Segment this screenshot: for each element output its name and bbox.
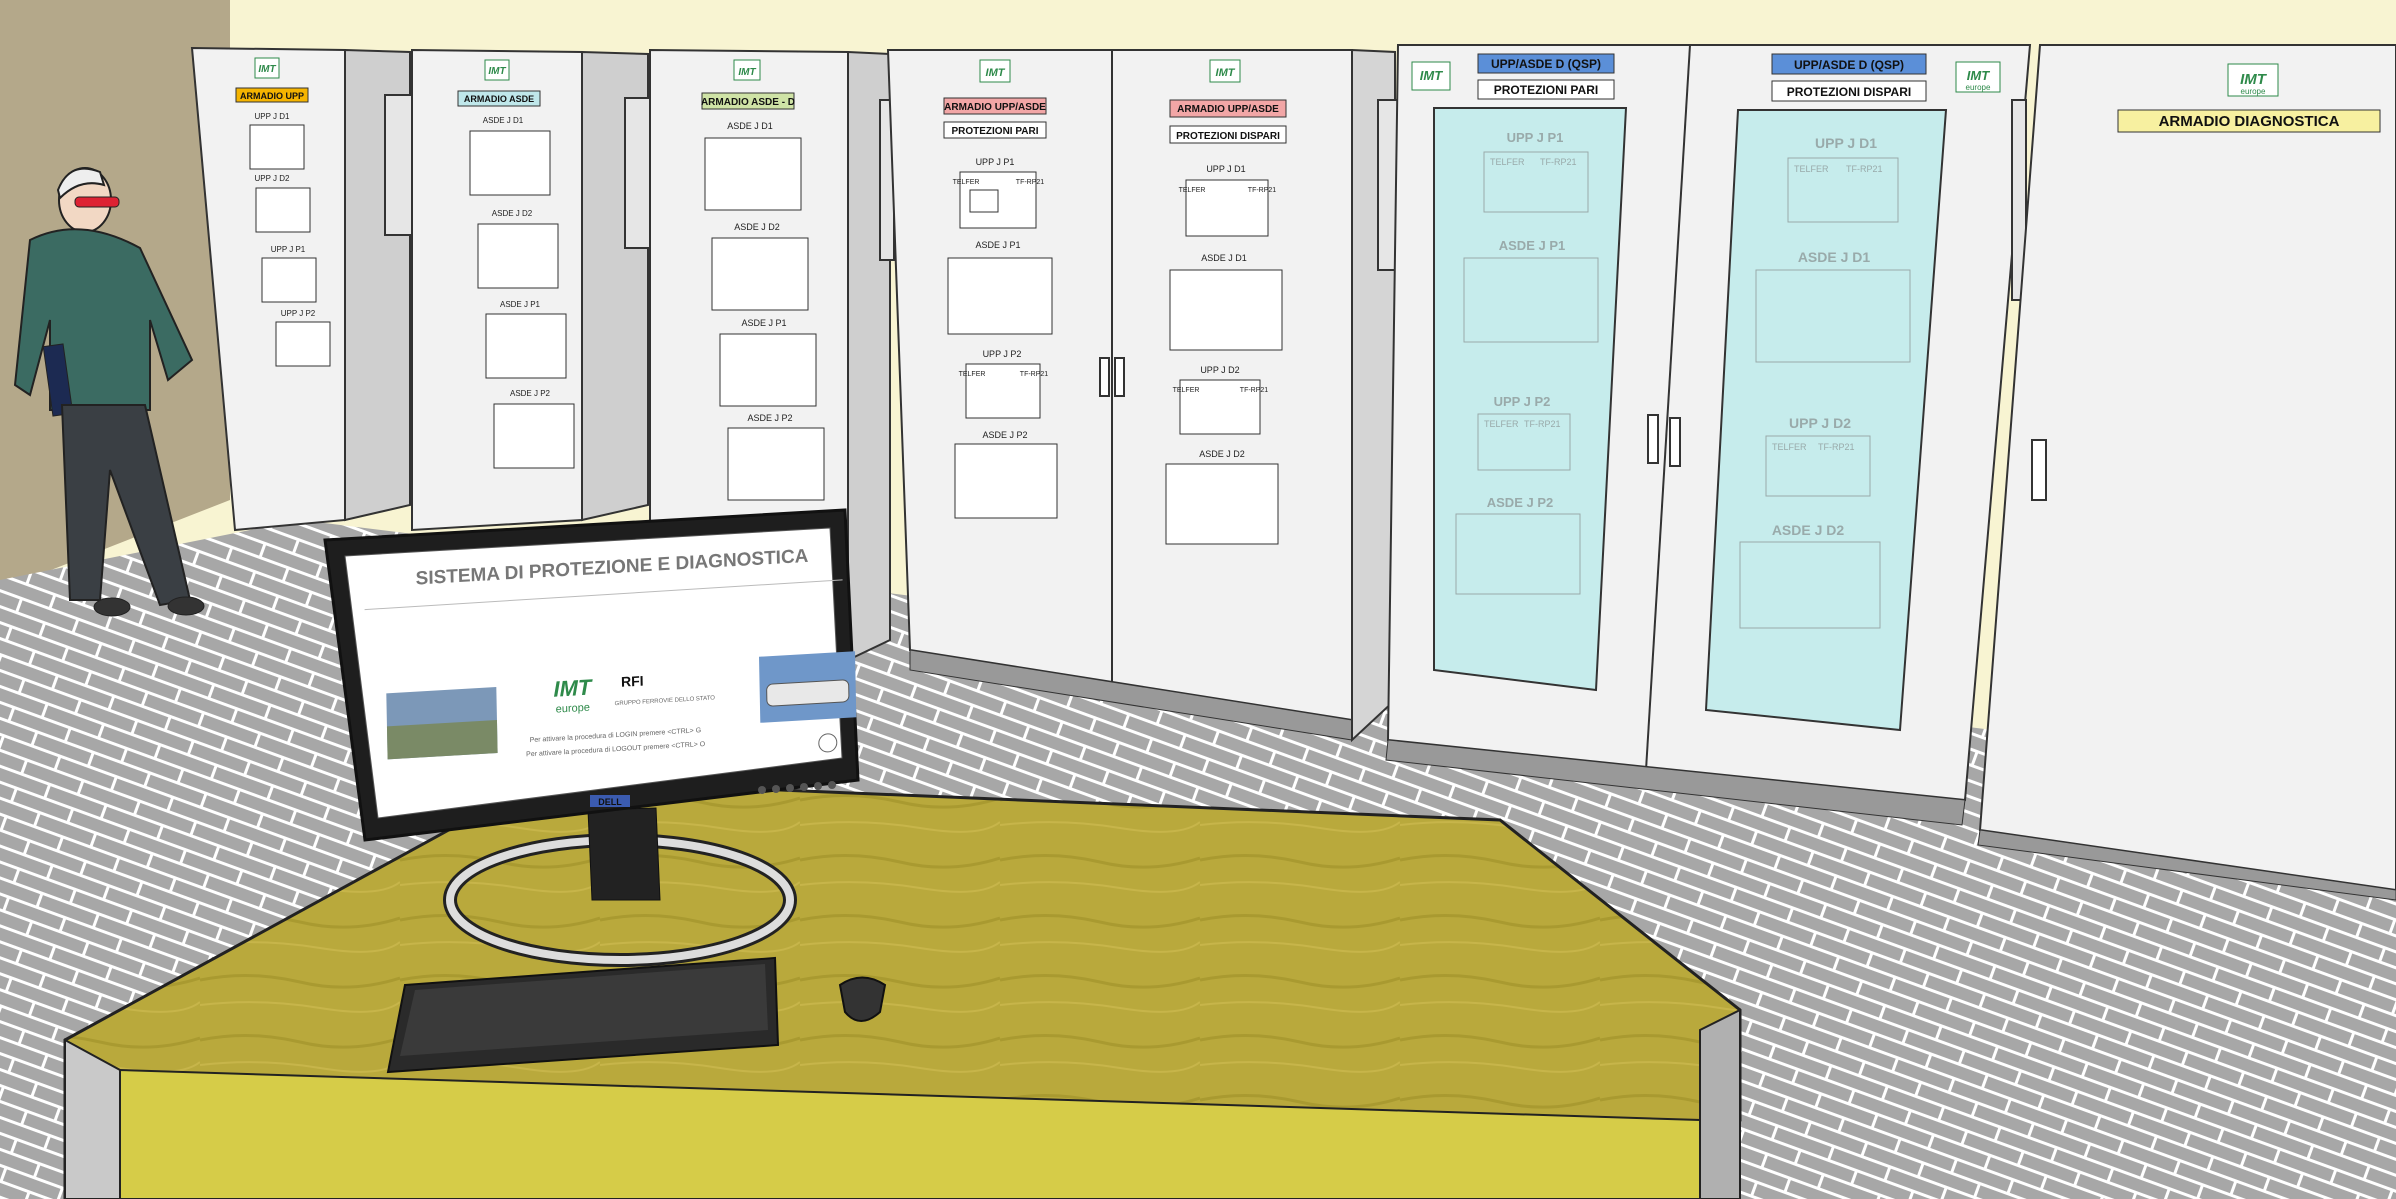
svg-text:TF-RP21: TF-RP21 [1524,419,1561,429]
unit-label: ASDE J D2 [734,222,780,232]
monitor-button[interactable] [772,785,780,793]
logo-icon: IMTeurope [1955,61,2001,93]
unit-label: UPP J P1 [271,245,306,254]
svg-text:TELFER: TELFER [1490,157,1525,167]
svg-text:IMT: IMT [986,67,1006,79]
unit-label: ASDE J P1 [500,300,541,309]
logo-icon: IMT [484,59,510,81]
logo-icon: IMT [1411,61,1451,91]
protection-label: PROTEZIONI PARI [951,126,1038,137]
unit-label: ASDE J P2 [982,430,1027,440]
cabinet-label-qsp-pari: UPP/ASDE D (QSP) [1491,57,1601,71]
svg-text:TELFER: TELFER [953,179,980,186]
unit-label: UPP J P1 [1507,130,1564,145]
protection-label: PROTEZIONI DISPARI [1787,85,1911,99]
svg-text:IMT: IMT [258,64,276,75]
svg-text:IMT: IMT [2240,71,2268,88]
svg-text:TELFER: TELFER [959,371,986,378]
door-handle[interactable] [1647,414,1659,464]
svg-text:IMT: IMT [1420,68,1443,83]
monitor-button[interactable] [758,786,766,794]
cabinet-qsp: IMT UPP/ASDE D (QSP) PROTEZIONI PARI UPP… [1385,44,2032,826]
cabinet-label-asde: ARMADIO ASDE [464,94,534,104]
screen-logo: IMT [553,674,593,701]
mouse-icon[interactable] [838,976,887,1022]
svg-text:IMT: IMT [488,66,506,77]
unit-label: ASDE J P2 [747,413,792,423]
svg-text:IMT: IMT [1216,67,1236,79]
cabinet-label-upp-asde-dispari: ARMADIO UPP/ASDE [1177,104,1279,115]
unit-label: ASDE J P2 [510,389,551,398]
logo-icon: IMT [733,59,761,81]
svg-text:europe: europe [2241,87,2266,96]
unit-label: ASDE J D2 [1772,522,1845,538]
monitor-button[interactable] [786,784,794,792]
svg-text:TELFER: TELFER [1484,419,1519,429]
logo-icon: IMT [254,57,280,79]
protection-label: PROTEZIONI DISPARI [1176,131,1280,142]
svg-text:TF-RP21: TF-RP21 [1846,164,1883,174]
cabinet-label-qsp-dispari: UPP/ASDE D (QSP) [1794,58,1904,72]
cabinet-label-upp: ARMADIO UPP [240,91,304,101]
unit-label: ASDE J D2 [1199,449,1245,459]
svg-text:DELL: DELL [598,797,622,807]
unit-label: ASDE J D1 [1798,249,1871,265]
unit-label: UPP J P2 [1494,394,1551,409]
power-icon[interactable] [818,733,838,753]
protection-label: PROTEZIONI PARI [1494,83,1598,97]
door-handle[interactable] [1669,417,1681,467]
unit-label: ASDE J D1 [1201,253,1247,263]
door-handle[interactable] [1099,357,1110,397]
unit-label: ASDE J D2 [492,209,533,218]
monitor-button[interactable] [800,783,808,791]
svg-text:TELFER: TELFER [1794,164,1829,174]
logo-icon: IMT [979,59,1011,83]
door-handle[interactable] [1114,357,1125,397]
svg-text:TF-RP21: TF-RP21 [1240,387,1269,394]
monitor-button[interactable] [814,782,822,790]
svg-text:TF-RP21: TF-RP21 [1020,371,1049,378]
cabinet-label-diagnostica: ARMADIO DIAGNOSTICA [2159,113,2340,130]
unit-label: ASDE J D1 [483,116,524,125]
monitor-button[interactable] [828,781,836,789]
unit-label: UPP J D1 [255,112,291,121]
cabinet-label-upp-asde-pari: ARMADIO UPP/ASDE [944,102,1046,113]
svg-text:TELFER: TELFER [1179,187,1206,194]
unit-label: ASDE J P1 [1499,238,1565,253]
unit-label: ASDE J D1 [727,121,773,131]
logo-icon: IMTeurope [2227,63,2279,97]
svg-text:TF-RP21: TF-RP21 [1818,442,1855,452]
unit-label: ASDE J P2 [1487,495,1553,510]
unit-label: UPP J P2 [281,309,316,318]
svg-text:TELFER: TELFER [1772,442,1807,452]
svg-text:TF-RP21: TF-RP21 [1540,157,1577,167]
unit-label: UPP J P2 [983,349,1022,359]
cabinet-upp-asde: IMT ARMADIO UPP/ASDE PROTEZIONI PARI UPP… [886,48,1405,743]
unit-label: UPP J P1 [976,157,1015,167]
unit-label: UPP J D2 [1200,365,1239,375]
svg-text:IMT: IMT [1967,68,1990,83]
logo-icon: IMT [1209,59,1241,83]
unit-label: UPP J D2 [1789,415,1851,431]
unit-label: UPP J D1 [1206,164,1245,174]
unit-label: UPP J D2 [255,174,291,183]
svg-text:TF-RP21: TF-RP21 [1016,179,1045,186]
rfi-logo: RFI [621,673,644,690]
svg-text:europe: europe [556,702,590,716]
door-handle[interactable] [2031,439,2047,501]
svg-text:TELFER: TELFER [1173,387,1200,394]
cabinet-label-asde-d: ARMADIO ASDE - D [701,97,795,108]
unit-label: ASDE J P1 [975,240,1020,250]
cabinet-diagnostica: IMTeurope ARMADIO DIAGNOSTICA [1977,44,2396,901]
cabinet-asde: IMT ARMADIO ASDE ASDE J D1 ASDE J D2 ASD… [411,48,656,532]
unit-label: UPP J D1 [1815,135,1877,151]
unit-label: ASDE J P1 [741,318,786,328]
control-room-scene: IMT ARMADIO UPP UPP J D1 UPP J D2 UPP J … [0,0,2396,1199]
svg-text:TF-RP21: TF-RP21 [1248,187,1277,194]
svg-text:IMT: IMT [738,67,756,78]
svg-text:europe: europe [1966,83,1991,92]
